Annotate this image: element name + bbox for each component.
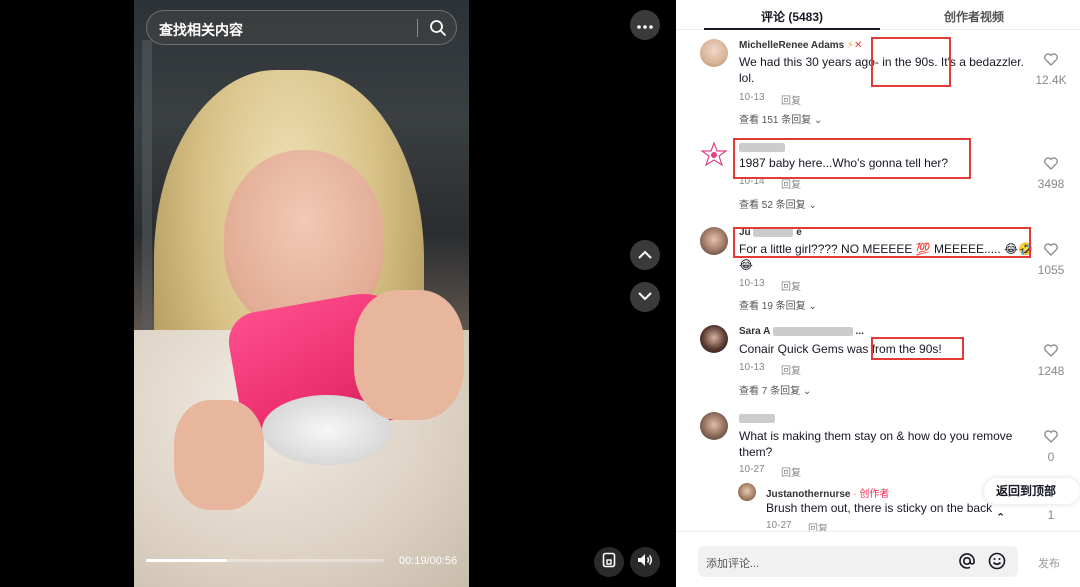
like-button[interactable]: 1248 [1034,344,1068,378]
volume-icon [637,553,653,572]
like-button[interactable]: 0 [1034,430,1068,464]
comment-author[interactable]: MichelleRenee Adams ⚡✕ [739,40,862,51]
more-icon [637,16,653,34]
comment-composer: 添加评论... 发布 [676,531,1080,587]
like-count: 1248 [1037,364,1065,378]
highlight-box [733,227,1031,258]
back-to-top-button[interactable]: 返回到顶部 ⌃ [984,478,1080,524]
avatar[interactable] [700,39,728,67]
right-hand [354,290,464,420]
reply-button[interactable]: 回复 [781,362,801,377]
search-input[interactable]: 查找相关内容 [159,20,243,40]
reply-date: 10-27 [766,520,792,531]
comment-date: 10-13 [739,362,765,373]
post-button[interactable]: 发布 [1038,555,1060,571]
progress-fill [146,559,227,562]
highlight-box [871,337,964,360]
video-pane: 查找相关内容 00:19/00:56 [0,0,676,587]
reply-button[interactable]: 回复 [781,464,801,479]
comment-placeholder: 添加评论... [706,558,760,570]
video-frame[interactable] [134,0,469,587]
creator-badge: · 创作者 [853,489,890,500]
active-tab-indicator [704,28,880,30]
tab-bar: 评论 (5483) 创作者视频 [676,0,1080,30]
search-icon[interactable] [429,19,447,42]
next-video-button[interactable] [630,282,660,312]
reply-button[interactable]: 回复 [808,520,828,531]
highlight-box [871,37,951,87]
comment-text: What is making them stay on & how do you… [739,429,1013,459]
chevron-down-icon [638,288,652,306]
reply-text: Brush them out, there is sticky on the b… [766,501,993,515]
creator-avatar[interactable] [738,483,756,501]
like-count: 3498 [1037,177,1065,191]
heart-icon [1044,243,1058,260]
heart-icon [1044,344,1058,361]
mention-icon[interactable] [958,552,976,575]
progress-bar[interactable] [146,559,384,562]
comment-author[interactable]: Sara A ... [739,326,864,337]
save-button[interactable] [594,547,624,577]
comment-input[interactable]: 添加评论... [698,546,1018,577]
like-count: 1055 [1037,263,1065,277]
volume-button[interactable] [630,547,660,577]
like-button[interactable]: 3498 [1034,157,1068,191]
more-button[interactable] [630,10,660,40]
like-count: 0 [1047,450,1055,464]
comment-list[interactable]: MichelleRenee Adams ⚡✕ We had this 30 ye… [676,31,1080,531]
highlight-box [733,138,971,179]
reply-button[interactable]: 回复 [781,92,801,107]
view-replies-button[interactable]: 查看 19 条回复 ⌄ [739,297,817,312]
background-wall [142,40,152,370]
comment-date: 10-13 [739,92,765,103]
view-replies-button[interactable]: 查看 7 条回复 ⌄ [739,382,811,397]
chevron-up-icon [638,246,652,264]
like-count: 12.4K [1035,73,1067,87]
reply-button[interactable]: 回复 [781,278,801,293]
avatar[interactable] [700,412,728,440]
like-count: 1 [1047,508,1055,522]
view-replies-button[interactable]: 查看 52 条回复 ⌄ [739,196,817,211]
reply-like-button[interactable]: 1 [1034,506,1068,522]
comment-date: 10-13 [739,278,765,289]
emoji-icon[interactable] [988,552,1006,575]
tab-comments[interactable]: 评论 (5483) [761,8,823,25]
like-button[interactable]: 1055 [1034,243,1068,277]
tab-creator-videos[interactable]: 创作者视频 [944,8,1004,25]
comment-date: 10-27 [739,464,765,475]
heart-icon [1044,157,1058,174]
left-hand [174,400,264,510]
avatar[interactable] [700,227,728,255]
comment-author[interactable] [739,413,775,424]
heart-icon [1044,53,1058,70]
like-button[interactable]: 12.4K [1034,53,1068,87]
avatar[interactable] [700,325,728,353]
search-divider [417,19,418,37]
view-replies-button[interactable]: 查看 151 条回复 ⌄ [739,111,822,126]
heart-icon [1044,430,1058,447]
time-label: 00:19/00:56 [399,555,458,567]
search-box[interactable]: 查找相关内容 [146,10,457,45]
previous-video-button[interactable] [630,240,660,270]
reply-author[interactable]: Justanothernurse · 创作者 [766,485,889,500]
avatar[interactable] [700,141,728,169]
chevron-up-icon: ⌃ [996,512,1006,524]
save-icon [602,552,616,573]
